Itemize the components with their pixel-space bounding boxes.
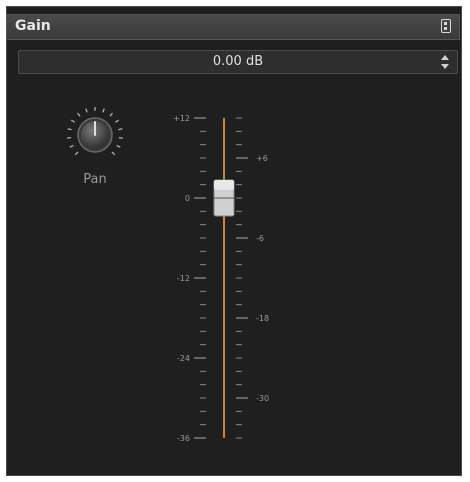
knob-tick (118, 128, 123, 131)
fader-left-scale: +12 0 -12 -24 -36 (173, 114, 206, 443)
knob-tick (69, 144, 74, 148)
fader-left-label: -12 (177, 274, 190, 283)
knob-tick (102, 108, 105, 113)
fader-right-label: -30 (256, 394, 269, 403)
knob-tick (111, 151, 116, 156)
knob-tick (70, 119, 75, 123)
collapse-icon[interactable] (441, 19, 451, 33)
knob-tick (77, 112, 81, 117)
gain-fader[interactable]: +12 0 -12 -24 -36 +6 -6 -18 -30 (160, 100, 300, 445)
fader-left-label: -24 (177, 354, 190, 363)
knob-tick (115, 119, 120, 123)
fader-left-label: 0 (185, 194, 190, 203)
fader-left-label: +12 (173, 114, 190, 123)
panel-header: Gain (6, 14, 460, 40)
spinner-updown-icon[interactable] (441, 55, 449, 69)
gain-value-text: 0.00 dB (212, 54, 264, 69)
knob-tick (109, 112, 113, 117)
fader-right-label: +6 (256, 154, 268, 163)
fader-right-label: -6 (256, 234, 264, 243)
gain-value-field[interactable]: 0.00 dB (18, 50, 458, 74)
fader-handle[interactable] (213, 179, 235, 217)
pan-knob-graphic (67, 107, 123, 156)
panel-title: Gain (15, 18, 51, 34)
knob-tick (85, 108, 88, 113)
knob-tick (116, 144, 121, 148)
fader-left-label: -36 (177, 434, 190, 443)
knob-tick (67, 128, 72, 131)
knob-tick (74, 151, 79, 156)
fader-right-label: -18 (256, 314, 269, 323)
fader-right-scale: +6 -6 -18 -30 (236, 117, 269, 439)
pan-label: Pan (83, 172, 107, 187)
pan-knob[interactable] (64, 104, 126, 166)
